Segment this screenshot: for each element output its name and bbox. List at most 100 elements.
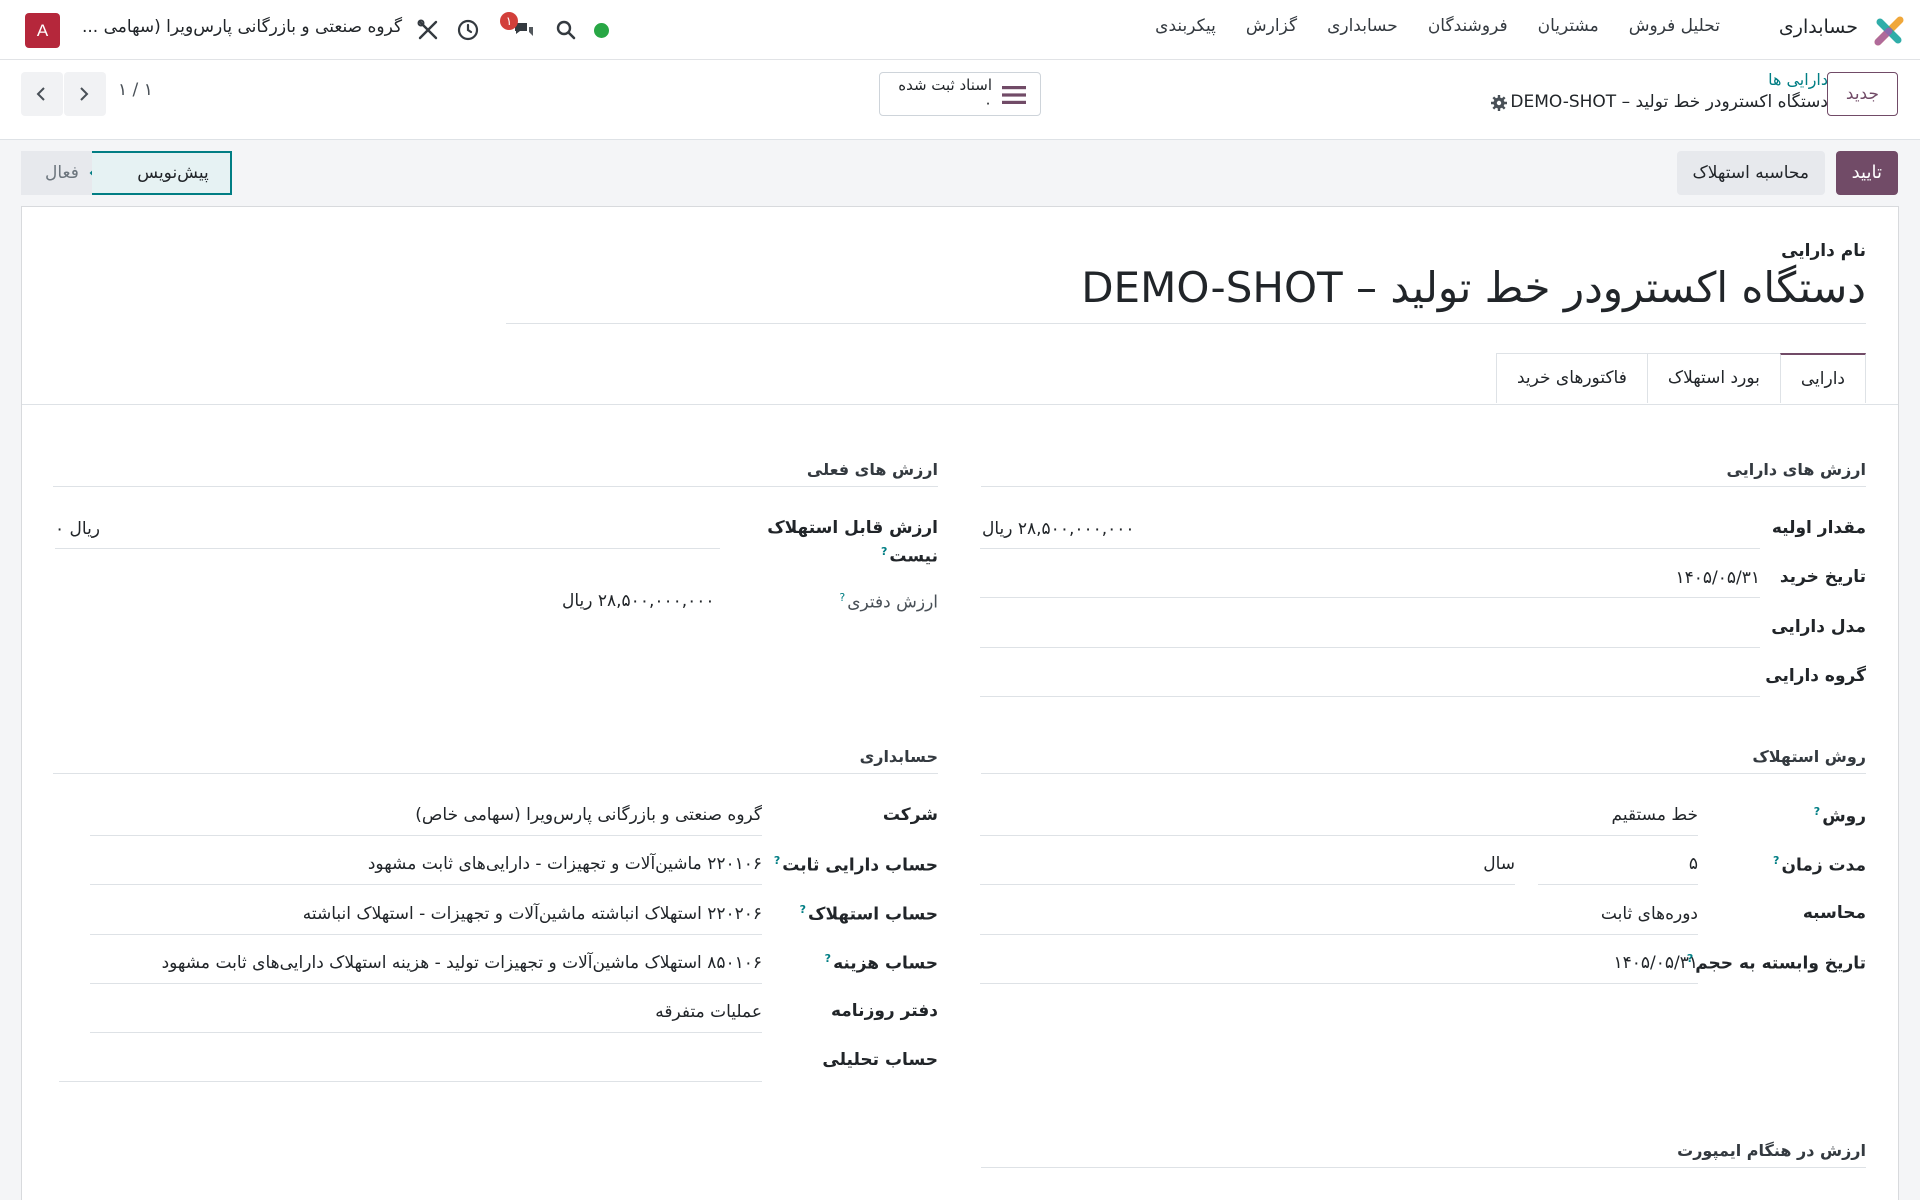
help-icon[interactable]: ? — [881, 545, 887, 558]
book-value-label: ارزش دفتری — [847, 592, 938, 613]
systray: A گروه صنعتی و بازرگانی پارس‌ویرا (سهامی… — [0, 0, 640, 60]
depreciation-method-title: روش استهلاک — [1752, 747, 1866, 766]
tab-asset[interactable]: دارایی — [1779, 353, 1866, 403]
computation-underline — [980, 934, 1698, 935]
help-icon[interactable]: ? — [1773, 854, 1779, 867]
import-values-rule — [981, 1167, 1866, 1168]
tabs-divider — [22, 404, 1898, 405]
asset-group-field[interactable] — [980, 696, 1760, 697]
book-value-field: ۲۸,۵۰۰,۰۰۰,۰۰۰ ریال — [562, 591, 715, 611]
help-icon[interactable]: ? — [774, 854, 780, 867]
asset-name-label: نام دارایی — [1781, 241, 1866, 261]
help-icon[interactable]: ? — [1814, 805, 1820, 818]
prorata-date-label: تاریخ وابسته به حجم — [1695, 953, 1866, 974]
book-value-label-wrap: ارزش دفتری? — [839, 591, 938, 613]
pager-value[interactable]: ۱ / ۱ — [118, 80, 153, 100]
computation-field[interactable]: دوره‌های ثابت — [1601, 904, 1698, 924]
clock-icon[interactable] — [456, 18, 480, 42]
depreciation-account-field[interactable]: ۲۲۰۲۰۶ استهلاک انباشته ماشین‌آلات و تجهی… — [303, 904, 762, 924]
menu-configuration[interactable]: پیکربندی — [1155, 16, 1216, 36]
help-icon[interactable]: ? — [839, 591, 845, 604]
original-value-field[interactable]: ۲۸,۵۰۰,۰۰۰,۰۰۰ ریال — [982, 519, 1135, 539]
asset-name-underline — [506, 323, 1866, 324]
menu-customers[interactable]: مشتریان — [1538, 16, 1599, 36]
fixed-asset-account-label: حساب دارایی ثابت — [782, 855, 938, 876]
asset-values-title: ارزش های دارایی — [1726, 460, 1866, 479]
import-values-title: ارزش در هنگام ایمپورت — [1677, 1141, 1866, 1160]
company-field[interactable]: گروه صنعتی و بازرگانی پارس‌ویرا (سهامی خ… — [415, 805, 762, 825]
asset-name-field[interactable]: دستگاه اکسترودر خط تولید – DEMO-SHOT — [1081, 263, 1866, 312]
expense-account-label: حساب هزینه — [833, 953, 938, 974]
pager-next-button[interactable] — [64, 72, 106, 116]
tab-purchase-bills[interactable]: فاکتورهای خرید — [1495, 353, 1647, 403]
analytic-account-field[interactable] — [59, 1081, 762, 1082]
gear-icon[interactable] — [1490, 94, 1508, 112]
state-draft[interactable]: پیش‌نویس — [92, 151, 232, 195]
journal-underline — [90, 1032, 762, 1033]
tab-depreciation-board[interactable]: بورد استهلاک — [1646, 353, 1780, 403]
posted-entries-label: اسناد ثبت شده — [898, 76, 992, 94]
form-tabs: دارایی بورد استهلاک فاکتورهای خرید — [1495, 353, 1866, 403]
fixed-asset-account-label-wrap: حساب دارایی ثابت? — [774, 854, 938, 876]
help-icon[interactable]: ? — [800, 903, 806, 916]
posted-entries-button[interactable]: اسناد ثبت شده ۰ — [879, 72, 1041, 116]
not-depreciable-label: ارزش قابل استهلاک — [767, 518, 938, 538]
posted-entries-count: ۰ — [983, 94, 992, 112]
expense-account-field[interactable]: ۸۵۰۱۰۶ استهلاک ماشین‌آلات و تجهیزات تولی… — [162, 953, 762, 973]
method-underline — [980, 835, 1698, 836]
menu-reporting[interactable]: گزارش — [1246, 16, 1297, 36]
tools-icon[interactable] — [416, 18, 440, 42]
prorata-date-underline — [980, 983, 1698, 984]
method-field[interactable]: خط مستقیم — [1612, 805, 1699, 825]
new-button[interactable]: جدید — [1826, 72, 1898, 116]
company-label: شرکت — [882, 805, 938, 825]
method-label-wrap: روش? — [1814, 805, 1866, 827]
top-navbar: حسابداری تحلیل فروش مشتریان فروشندگان حس… — [0, 0, 1920, 60]
acquisition-date-label: تاریخ خرید — [1779, 567, 1866, 587]
duration-unit-field[interactable]: سال — [1483, 854, 1515, 874]
breadcrumb-assets[interactable]: دارایی ها — [1768, 70, 1828, 89]
fixed-asset-account-underline — [90, 884, 762, 885]
pager-previous-button[interactable] — [21, 72, 63, 116]
duration-label-wrap: مدت زمان? — [1773, 854, 1866, 876]
main-menu: تحلیل فروش مشتریان فروشندگان حسابداری گز… — [1125, 16, 1720, 36]
control-panel: جدید دارایی ها دستگاه اکسترودر خط تولید … — [0, 60, 1920, 140]
acquisition-date-field[interactable]: ۱۴۰۵/۰۵/۳۱ — [1675, 568, 1760, 588]
app-name[interactable]: حسابداری — [1779, 16, 1858, 38]
prorata-date-field[interactable]: ۱۴۰۵/۰۵/۳۱ — [1613, 953, 1698, 973]
accounting-rule — [53, 773, 938, 774]
original-value-underline — [980, 548, 1760, 549]
compute-depreciation-button[interactable]: محاسبه استهلاک — [1676, 151, 1825, 195]
depreciation-account-label: حساب استهلاک — [808, 904, 938, 925]
user-avatar[interactable]: A — [25, 13, 60, 48]
confirm-button[interactable]: تایید — [1835, 151, 1898, 195]
search-icon[interactable] — [554, 18, 578, 42]
asset-model-label: مدل دارایی — [1771, 617, 1866, 637]
not-depreciable-label-line2: نیست? — [881, 545, 938, 567]
accounting-app-icon[interactable] — [1874, 16, 1904, 46]
fixed-asset-account-field[interactable]: ۲۲۰۱۰۶ ماشین‌آلات و تجهیزات - دارایی‌های… — [368, 854, 762, 874]
accounting-title: حسابداری — [859, 747, 938, 766]
chevron-left-icon — [36, 87, 45, 101]
prorata-date-label-wrap: تاریخ وابسته به حجم? — [1687, 952, 1866, 974]
duration-value-field[interactable]: ۵ — [1689, 854, 1698, 874]
journal-field[interactable]: عملیات متفرقه — [655, 1002, 762, 1022]
menu-accounting[interactable]: حسابداری — [1327, 16, 1398, 36]
duration-label: مدت زمان — [1781, 855, 1866, 876]
not-depreciable-label-text: نیست — [889, 546, 938, 567]
asset-values-rule — [981, 486, 1866, 487]
menu-vendors[interactable]: فروشندگان — [1428, 16, 1508, 36]
current-values-title: ارزش های فعلی — [806, 460, 938, 479]
menu-sales-analysis[interactable]: تحلیل فروش — [1629, 16, 1720, 36]
form-sheet: نام دارایی دستگاه اکسترودر خط تولید – DE… — [21, 206, 1899, 1200]
not-depreciable-underline — [55, 548, 720, 549]
duration-unit-underline — [980, 884, 1515, 885]
online-status-icon — [594, 23, 609, 38]
chevron-right-icon — [80, 87, 89, 101]
help-icon[interactable]: ? — [825, 952, 831, 965]
asset-model-field[interactable] — [980, 647, 1760, 648]
current-values-rule — [53, 486, 938, 487]
company-switcher[interactable]: گروه صنعتی و بازرگانی پارس‌ویرا (سهامی .… — [82, 17, 402, 37]
not-depreciable-value: ریال ۰ — [55, 519, 101, 539]
depreciation-account-underline — [90, 934, 762, 935]
